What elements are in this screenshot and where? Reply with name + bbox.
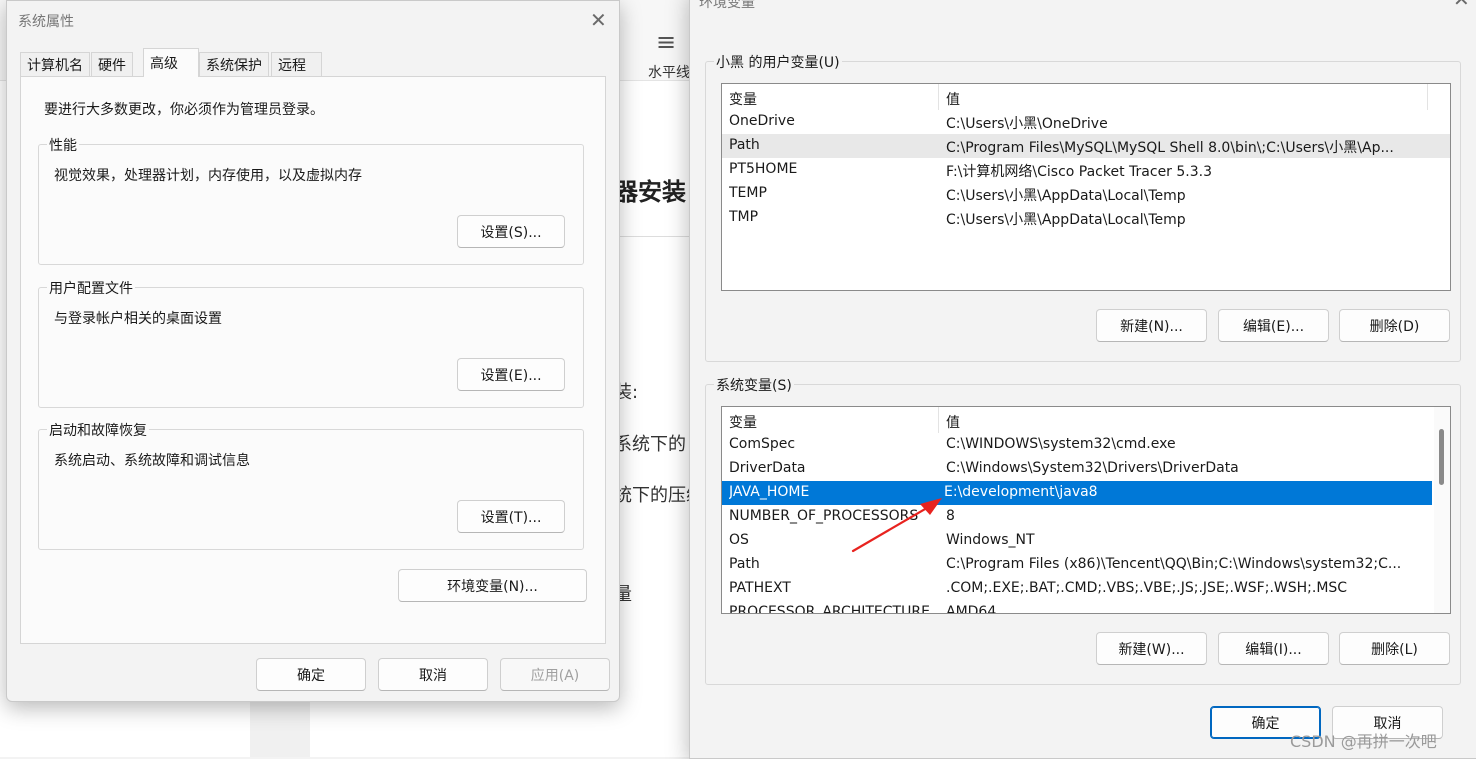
- tab-remote[interactable]: 远程: [271, 52, 322, 76]
- variable-value: C:\Program Files (x86)\Tencent\QQ\Bin;C:…: [946, 556, 1402, 572]
- table-row[interactable]: TEMP C:\Users\小黑\AppData\Local\Temp: [722, 182, 1450, 206]
- variable-name: OneDrive: [729, 113, 795, 129]
- user-edit-button[interactable]: 编辑(E)...: [1218, 309, 1329, 342]
- tab-system-protection[interactable]: 系统保护: [199, 52, 269, 76]
- table-row[interactable]: NUMBER_OF_PROCESSORS 8: [722, 505, 1450, 529]
- system-edit-button[interactable]: 编辑(I)...: [1218, 632, 1329, 665]
- table-row[interactable]: PATHEXT .COM;.EXE;.BAT;.CMD;.VBS;.VBE;.J…: [722, 577, 1450, 601]
- watermark: CSDN @再拼一次吧: [1290, 732, 1437, 751]
- background-block: [250, 700, 310, 757]
- user-variables-group: 小黑 的用户变量(U) 变量 值 OneDrive C:\Users\小黑\On…: [705, 52, 1461, 362]
- variable-value: AMD64: [946, 604, 997, 613]
- startup-recovery-group: 启动和故障恢复 系统启动、系统故障和调试信息 设置(T)...: [38, 420, 584, 550]
- table-row-selected[interactable]: JAVA_HOME E:\development\java8: [722, 481, 1432, 505]
- performance-description: 视觉效果，处理器计划，内存使用，以及虚拟内存: [54, 168, 362, 184]
- apply-button: 应用(A): [500, 658, 610, 691]
- system-variables-list[interactable]: 变量 值 ComSpec C:\WINDOWS\system32\cmd.exe…: [721, 406, 1451, 614]
- column-header-value[interactable]: 值: [946, 89, 960, 109]
- variable-value: C:\Users\小黑\AppData\Local\Temp: [946, 212, 1186, 228]
- tab-hardware[interactable]: 硬件: [91, 52, 133, 76]
- user-delete-button[interactable]: 删除(D): [1339, 309, 1450, 342]
- dialog-title: 系统属性: [18, 14, 74, 30]
- variable-value: C:\Users\小黑\AppData\Local\Temp: [946, 188, 1186, 204]
- horizontal-rule-label[interactable]: 水平线: [648, 62, 690, 82]
- table-row[interactable]: DriverData C:\Windows\System32\Drivers\D…: [722, 457, 1450, 481]
- close-icon[interactable]: ✕: [1453, 0, 1470, 9]
- list-header: 变量 值: [722, 407, 1450, 433]
- tab-advanced[interactable]: 高级: [143, 48, 199, 77]
- user-profiles-group: 用户配置文件 与登录帐户相关的桌面设置 设置(E)...: [38, 278, 584, 408]
- table-row[interactable]: OneDrive C:\Users\小黑\OneDrive: [722, 110, 1450, 134]
- background-heading: 器安装: [614, 178, 686, 206]
- close-icon[interactable]: ✕: [590, 10, 607, 30]
- variable-name: Path: [729, 137, 760, 153]
- background-divider: [614, 236, 690, 237]
- column-divider[interactable]: [938, 84, 939, 110]
- column-divider[interactable]: [938, 407, 939, 433]
- variable-value: Windows_NT: [946, 532, 1035, 548]
- variable-name: PATHEXT: [729, 580, 791, 596]
- table-row[interactable]: TMP C:\Users\小黑\AppData\Local\Temp: [722, 206, 1450, 230]
- environment-variables-button[interactable]: 环境变量(N)...: [398, 569, 587, 602]
- variable-name: PT5HOME: [729, 161, 798, 177]
- user-variables-list[interactable]: 变量 值 OneDrive C:\Users\小黑\OneDrive Path …: [721, 83, 1451, 291]
- system-delete-button[interactable]: 删除(L): [1339, 632, 1450, 665]
- variable-value: .COM;.EXE;.BAT;.CMD;.VBS;.VBE;.JS;.JSE;.…: [946, 580, 1348, 596]
- scrollbar-thumb[interactable]: [1439, 429, 1444, 485]
- user-new-button[interactable]: 新建(N)...: [1096, 309, 1207, 342]
- performance-settings-button[interactable]: 设置(S)...: [457, 215, 565, 248]
- cancel-button[interactable]: 取消: [378, 658, 488, 691]
- startup-recovery-legend: 启动和故障恢复: [47, 420, 149, 440]
- column-header-variable[interactable]: 变量: [729, 412, 757, 432]
- variable-name: Path: [729, 556, 760, 572]
- variable-name: DriverData: [729, 460, 806, 476]
- variable-value: C:\WINDOWS\system32\cmd.exe: [946, 436, 1176, 452]
- system-variables-legend: 系统变量(S): [714, 375, 794, 395]
- user-profiles-legend: 用户配置文件: [47, 278, 135, 298]
- system-variables-group: 系统变量(S) 变量 值 ComSpec C:\WINDOWS\system32…: [705, 375, 1461, 685]
- variable-value: F:\计算机网络\Cisco Packet Tracer 5.3.3: [946, 164, 1213, 180]
- dialog-title: 环境变量: [699, 0, 755, 11]
- environment-variables-dialog: 环境变量 ✕ 小黑 的用户变量(U) 变量 值 OneDrive C:\User…: [689, 0, 1476, 759]
- table-row[interactable]: PT5HOME F:\计算机网络\Cisco Packet Tracer 5.3…: [722, 158, 1450, 182]
- user-profiles-settings-button[interactable]: 设置(E)...: [457, 358, 565, 391]
- startup-recovery-settings-button[interactable]: 设置(T)...: [457, 500, 565, 533]
- variable-value: C:\Windows\System32\Drivers\DriverData: [946, 460, 1239, 476]
- background-text: 系统下的: [614, 434, 686, 455]
- system-properties-dialog: 系统属性 ✕ 计算机名 硬件 高级 系统保护 远程 要进行大多数更改，你必须作为…: [6, 0, 620, 702]
- variable-name: ComSpec: [729, 436, 796, 452]
- column-header-value[interactable]: 值: [946, 412, 960, 432]
- column-divider: [1427, 84, 1428, 110]
- horizontal-rule-icon[interactable]: ≡: [656, 28, 676, 56]
- user-profiles-description: 与登录帐户相关的桌面设置: [54, 311, 222, 327]
- column-header-variable[interactable]: 变量: [729, 89, 757, 109]
- list-header: 变量 值: [722, 84, 1450, 110]
- performance-group: 性能 视觉效果，处理器计划，内存使用，以及虚拟内存 设置(S)...: [38, 135, 584, 265]
- variable-name: PROCESSOR_ARCHITECTURE: [729, 604, 930, 613]
- variable-value: C:\Program Files\MySQL\MySQL Shell 8.0\b…: [946, 140, 1394, 156]
- vertical-scrollbar[interactable]: [1434, 407, 1450, 613]
- annotation-arrow-icon: [851, 498, 942, 553]
- variable-value: C:\Users\小黑\OneDrive: [946, 116, 1108, 132]
- variable-value: 8: [946, 508, 955, 524]
- user-variables-legend: 小黑 的用户变量(U): [714, 52, 842, 72]
- tab-computer-name[interactable]: 计算机名: [20, 52, 90, 76]
- variable-name: TEMP: [729, 185, 767, 201]
- advanced-tab-panel: 要进行大多数更改，你必须作为管理员登录。 性能 视觉效果，处理器计划，内存使用，…: [20, 76, 606, 644]
- system-new-button[interactable]: 新建(W)...: [1096, 632, 1207, 665]
- ok-button[interactable]: 确定: [256, 658, 366, 691]
- table-row[interactable]: OS Windows_NT: [722, 529, 1450, 553]
- variable-value: E:\development\java8: [944, 484, 1098, 500]
- variable-name: TMP: [729, 209, 759, 225]
- table-row[interactable]: ComSpec C:\WINDOWS\system32\cmd.exe: [722, 433, 1450, 457]
- table-row[interactable]: Path C:\Program Files (x86)\Tencent\QQ\B…: [722, 553, 1450, 577]
- startup-recovery-description: 系统启动、系统故障和调试信息: [54, 453, 250, 469]
- performance-legend: 性能: [47, 135, 79, 155]
- table-row[interactable]: PROCESSOR_ARCHITECTURE AMD64: [722, 601, 1450, 613]
- table-row[interactable]: Path C:\Program Files\MySQL\MySQL Shell …: [722, 134, 1450, 158]
- admin-note: 要进行大多数更改，你必须作为管理员登录。: [44, 102, 324, 118]
